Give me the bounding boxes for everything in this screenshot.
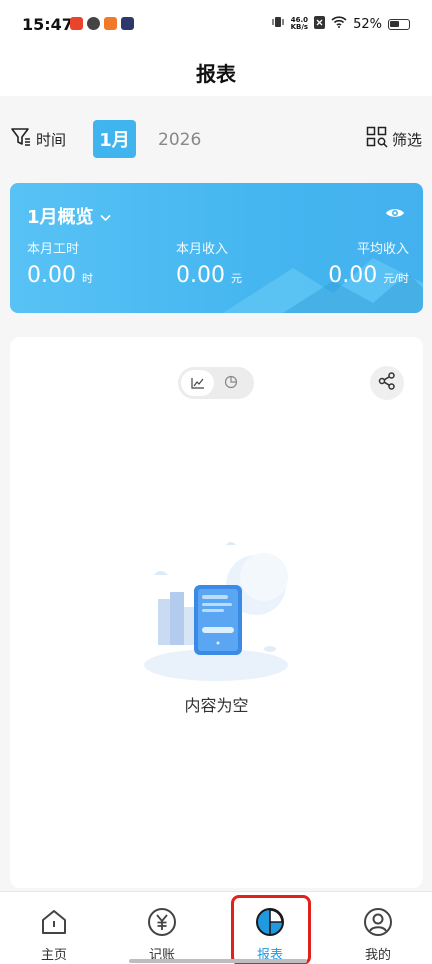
stat-average: 平均收入 0.00 元/时 [328, 238, 409, 288]
user-icon [363, 907, 393, 941]
stat-unit: 时 [81, 272, 93, 285]
month-selector[interactable]: 1月 [93, 120, 136, 158]
tab-home[interactable]: 主页 [24, 907, 84, 963]
empty-illustration [144, 542, 288, 681]
pie-chart-toggle[interactable] [214, 370, 247, 396]
vibrate-icon [271, 15, 285, 33]
tab-bookkeeping[interactable]: 记账 [132, 907, 192, 963]
pie-chart-icon [224, 374, 238, 393]
tab-label: 我的 [364, 948, 391, 963]
stat-value: 0.00 [328, 263, 378, 288]
year-selector[interactable]: 2026 [158, 130, 201, 150]
status-bar: 15:47 46.0 KB/s 52% [0, 0, 432, 52]
wifi-icon [331, 16, 347, 32]
stat-value: 0.00 [27, 263, 76, 288]
bottom-tab-bar: 主页 记账 报表 我的 [0, 891, 432, 964]
app-notification-icon [121, 17, 134, 30]
app-notification-icon [70, 17, 83, 30]
share-button[interactable] [370, 366, 404, 400]
tab-label: 主页 [40, 948, 67, 963]
battery-percent: 52% [353, 16, 382, 32]
app-notification-icon [87, 17, 100, 30]
stat-hours: 本月工时 0.00 时 [27, 238, 93, 288]
overview-title-dropdown[interactable]: 1月概览 [27, 203, 111, 229]
highlight-annotation [231, 895, 311, 964]
page-title: 报表 [196, 62, 236, 86]
stat-unit: 元 [230, 272, 242, 285]
app-notification-icon [104, 17, 117, 30]
eye-icon[interactable] [385, 205, 405, 224]
share-icon [378, 372, 396, 394]
status-notification-icons [70, 17, 134, 30]
battery-icon [388, 18, 410, 30]
stat-income: 本月收入 0.00 元 [176, 238, 242, 288]
overview-title: 1月概览 [27, 207, 94, 228]
status-time: 15:47 [22, 15, 73, 34]
filter-label: 筛选 [391, 130, 422, 149]
chart-type-toggle [178, 367, 254, 399]
chart-panel: 内容为空 [10, 337, 423, 888]
sim-icon [314, 15, 326, 33]
network-speed: 46.0 KB/s [290, 16, 309, 31]
stat-label: 本月收入 [176, 242, 229, 257]
funnel-icon [10, 126, 32, 152]
chevron-down-icon [99, 206, 111, 227]
tab-mine[interactable]: 我的 [348, 907, 408, 963]
yuan-icon [147, 907, 177, 941]
grid-search-icon [366, 126, 388, 152]
empty-state-text: 内容为空 [184, 696, 249, 715]
filter-button[interactable]: 筛选 [366, 126, 422, 152]
time-filter-label: 时间 [36, 130, 67, 149]
stat-label: 平均收入 [356, 242, 409, 257]
line-chart-icon [190, 374, 205, 393]
line-chart-toggle[interactable] [181, 370, 214, 396]
home-indicator [129, 959, 307, 963]
stat-label: 本月工时 [27, 242, 80, 257]
home-icon [39, 907, 69, 941]
stat-value: 0.00 [176, 263, 225, 288]
month-overview-card: 1月概览 本月工时 0.00 时 本月收入 0.00 元 平均收入 0.00 元/时 [10, 183, 423, 313]
time-filter-button[interactable]: 时间 [10, 126, 66, 152]
filter-bar: 时间 1月 2026 筛选 [0, 112, 432, 166]
nav-bar: 报表 [0, 52, 432, 96]
status-right: 46.0 KB/s 52% [271, 15, 410, 33]
stat-unit: 元/时 [383, 272, 409, 285]
